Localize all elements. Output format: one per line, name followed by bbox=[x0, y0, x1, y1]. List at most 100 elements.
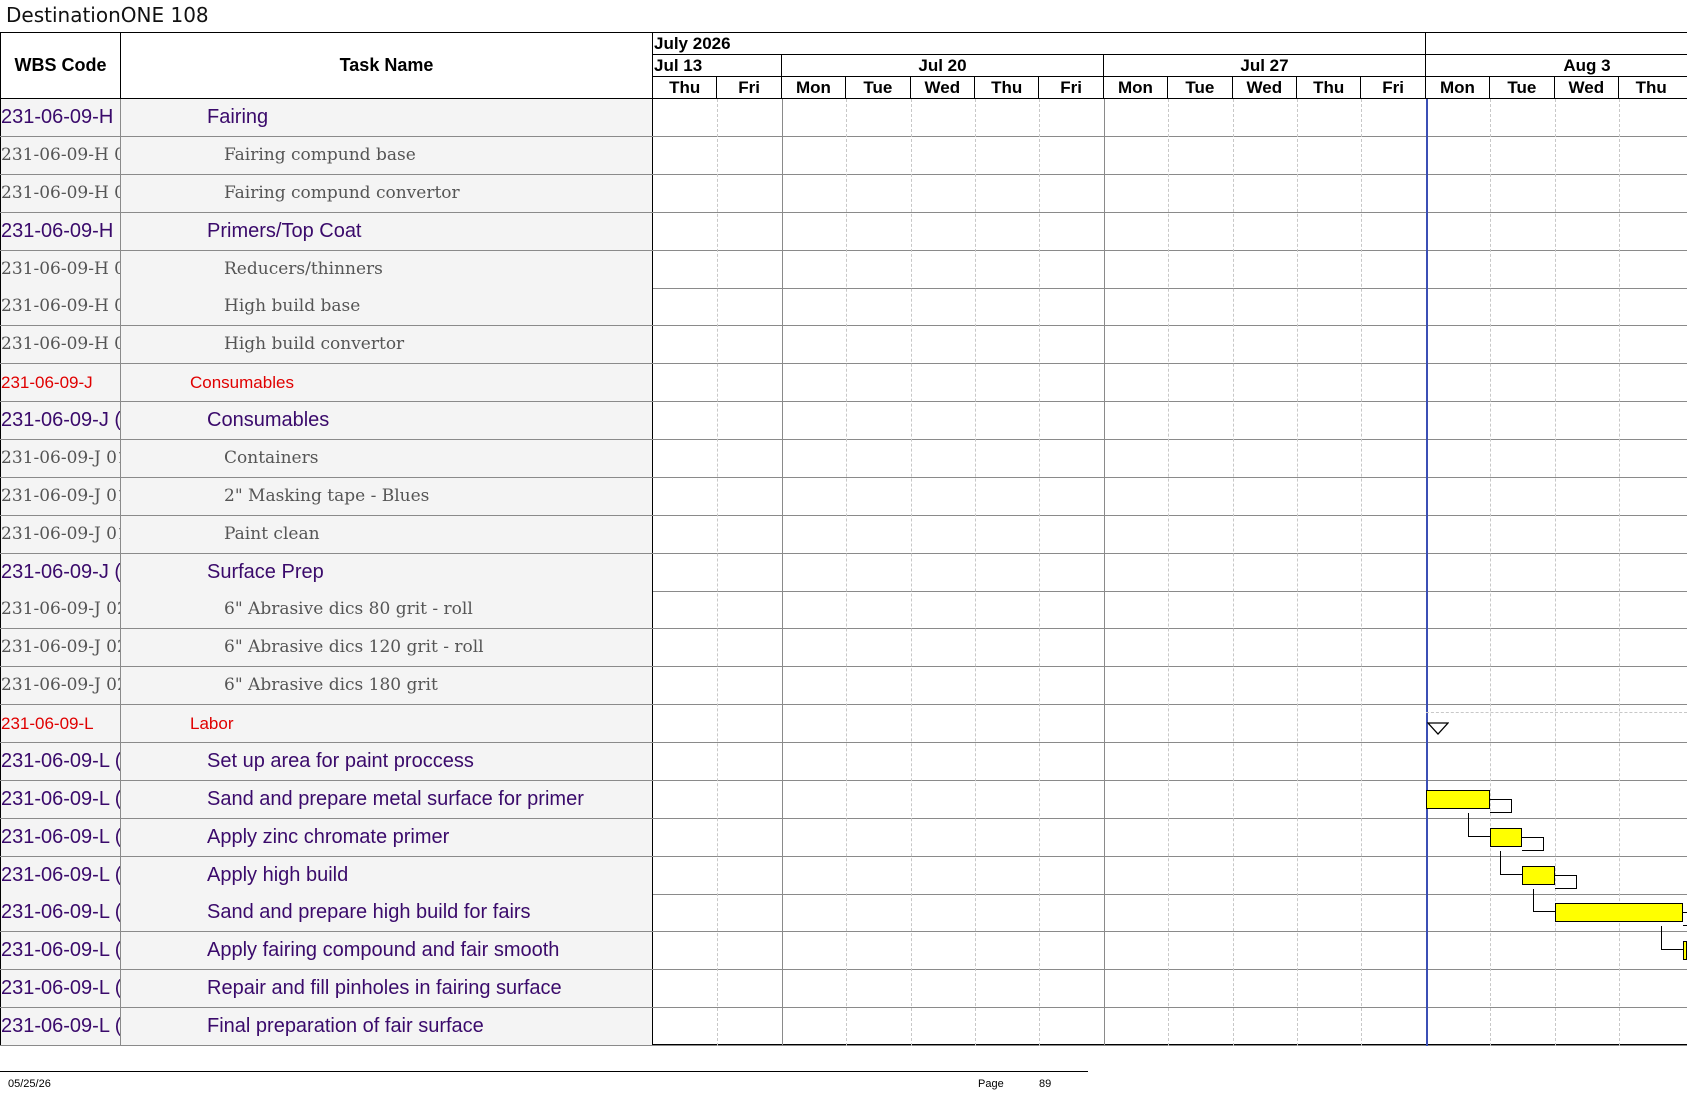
wbs-code-cell[interactable]: 231-06-09-L ( bbox=[0, 970, 121, 1008]
task-name-cell[interactable]: High build base bbox=[121, 288, 653, 326]
task-name-cell[interactable]: Repair and fill pinholes in fairing surf… bbox=[121, 970, 653, 1008]
day-label: Fri bbox=[1039, 77, 1104, 99]
task-row[interactable]: 231-06-09-L (Apply high build bbox=[0, 856, 1687, 895]
wbs-code-cell[interactable]: 231-06-09-L ( bbox=[0, 742, 121, 780]
task-name-cell[interactable]: Set up area for paint proccess bbox=[121, 742, 653, 780]
wbs-code-cell[interactable]: 231-06-09-J 01 bbox=[0, 477, 121, 515]
task-row[interactable]: 231-06-09-L (Sand and prepare metal surf… bbox=[0, 780, 1687, 819]
month-next-cell bbox=[1426, 33, 1687, 55]
task-row[interactable]: 231-06-09-L Labor bbox=[0, 705, 1687, 744]
wbs-code-cell[interactable]: 231-06-09-L bbox=[0, 705, 121, 743]
task-name-cell[interactable]: Consumables bbox=[121, 364, 653, 402]
footer-page-number: 89 bbox=[1039, 1078, 1052, 1090]
wbs-code-cell[interactable]: 231-06-09-H 01 bbox=[0, 174, 121, 212]
gantt-sheet: WBS Code Task Name July 2026 Jul 13 Jul … bbox=[0, 32, 1687, 1047]
day-label: Tue bbox=[1168, 77, 1233, 99]
task-row[interactable]: 231-06-09-L (Repair and fill pinholes in… bbox=[0, 970, 1687, 1009]
wbs-code-cell[interactable]: 231-06-09-H 02 bbox=[0, 288, 121, 326]
task-row[interactable]: 231-06-09-H 02High build convertor bbox=[0, 326, 1687, 365]
task-name-cell[interactable]: Fairing compund base bbox=[121, 136, 653, 174]
task-name-cell[interactable]: Sand and prepare metal surface for prime… bbox=[121, 780, 653, 818]
wbs-code-cell[interactable]: 231-06-09-J 02 bbox=[0, 667, 121, 705]
week-label: Jul 13 bbox=[653, 55, 782, 77]
task-name-cell[interactable]: Containers bbox=[121, 439, 653, 477]
task-row[interactable]: 231-06-09-J 01 Containers bbox=[0, 439, 1687, 478]
task-row[interactable]: 231-06-09-J 02 6" Abrasive dics 80 grit -… bbox=[0, 591, 1687, 630]
week-label: Jul 20 bbox=[782, 55, 1104, 77]
day-label: Mon bbox=[1104, 77, 1169, 99]
day-label: Thu bbox=[1297, 77, 1362, 99]
task-name-cell[interactable]: 6" Abrasive dics 80 grit - roll bbox=[121, 591, 653, 629]
month-label: July 2026 bbox=[653, 33, 1426, 55]
task-name-cell[interactable]: Final preparation of fair surface bbox=[121, 1008, 653, 1046]
timeline-day-row: Thu Fri Mon Tue Wed Thu Fri Mon Tue Wed Thu Fri Mon T… bbox=[653, 77, 1687, 99]
task-name-cell[interactable]: Labor bbox=[121, 705, 653, 743]
task-row[interactable]: 231-06-09-J 01 2" Masking tape - Blues bbox=[0, 477, 1687, 516]
task-name-cell[interactable]: 6" Abrasive dics 180 grit bbox=[121, 667, 653, 705]
task-row[interactable]: 231-06-09-H 02High build base bbox=[0, 288, 1687, 327]
task-name-cell[interactable]: Consumables bbox=[121, 402, 653, 440]
wbs-code-cell[interactable]: 231-06-09-H 01 bbox=[0, 136, 121, 174]
task-row[interactable]: 231-06-09-J 01 Paint clean bbox=[0, 515, 1687, 554]
day-label: Thu bbox=[1635, 78, 1667, 97]
task-row[interactable]: 231-06-09-L (Sand and prepare high build… bbox=[0, 894, 1687, 933]
task-row[interactable]: 231-06-09-L (Apply zinc chromate primer bbox=[0, 818, 1687, 857]
day-label: Wed bbox=[1555, 77, 1619, 99]
task-name-cell[interactable]: Fairing compund convertor bbox=[121, 174, 653, 212]
task-row[interactable]: 231-06-09-L (Set up area for paint procc… bbox=[0, 742, 1687, 781]
week-label: Jul 27 bbox=[1104, 55, 1426, 77]
task-name-cell[interactable]: High build convertor bbox=[121, 326, 653, 364]
task-row[interactable]: 231-06-09-H 01Fairing compund convertor bbox=[0, 174, 1687, 213]
task-name-cell[interactable]: Apply fairing compound and fair smooth bbox=[121, 932, 653, 970]
wbs-code-cell[interactable]: 231-06-09-L ( bbox=[0, 780, 121, 818]
day-label: Mon bbox=[1426, 77, 1491, 99]
footer-date: 05/25/26 bbox=[8, 1078, 51, 1090]
wbs-code-cell[interactable]: 231-06-09-J ( bbox=[0, 402, 121, 440]
wbs-code-cell[interactable]: 231-06-09-J 01 bbox=[0, 515, 121, 553]
wbs-code-cell[interactable]: 231-06-09-L ( bbox=[0, 1008, 121, 1046]
task-name-cell[interactable]: Reducers/thinners bbox=[121, 250, 653, 288]
task-name-cell[interactable]: 2" Masking tape - Blues bbox=[121, 477, 653, 515]
wbs-code-cell[interactable]: 231-06-09-H 02 bbox=[0, 250, 121, 288]
task-row[interactable]: 231-06-09-H (Fairing bbox=[0, 99, 1687, 137]
task-row[interactable]: 231-06-09-J (Consumables bbox=[0, 402, 1687, 441]
task-row[interactable]: 231-06-09-J 02 6" Abrasive dics 180 grit bbox=[0, 667, 1687, 706]
task-name-cell[interactable]: Sand and prepare high build for fairs bbox=[121, 894, 653, 932]
day-label: Thu bbox=[653, 77, 718, 99]
wbs-code-cell[interactable]: 231-06-09-H 02 bbox=[0, 326, 121, 364]
wbs-column-header[interactable]: WBS Code bbox=[0, 33, 121, 99]
wbs-code-cell[interactable]: 231-06-09-L ( bbox=[0, 856, 121, 894]
task-row[interactable]: 231-06-09-L (Final preparation of fair s… bbox=[0, 1008, 1687, 1047]
task-row[interactable]: 231-06-09-H 02Reducers/thinners bbox=[0, 250, 1687, 289]
wbs-code-cell[interactable]: 231-06-09-L ( bbox=[0, 932, 121, 970]
wbs-code-cell[interactable]: 231-06-09-J ( bbox=[0, 553, 121, 591]
task-name-cell[interactable]: Apply high build bbox=[121, 856, 653, 894]
day-label: Mon bbox=[782, 77, 847, 99]
wbs-code-cell[interactable]: 231-06-09-J bbox=[0, 364, 121, 402]
task-name-column-header[interactable]: Task Name bbox=[121, 33, 653, 99]
task-name-cell[interactable]: Apply zinc chromate primer bbox=[121, 818, 653, 856]
task-row[interactable]: 231-06-09-H (Primers/Top Coat bbox=[0, 212, 1687, 251]
task-row[interactable]: 231-06-09-J Consumables bbox=[0, 364, 1687, 403]
wbs-code-cell[interactable]: 231-06-09-L ( bbox=[0, 818, 121, 856]
timeline-month-row: July 2026 bbox=[653, 33, 1687, 55]
footer-divider bbox=[0, 1071, 1088, 1072]
wbs-code-cell[interactable]: 231-06-09-H ( bbox=[0, 212, 121, 250]
week-label: Aug 3 bbox=[1563, 56, 1611, 75]
wbs-code-cell[interactable]: 231-06-09-L ( bbox=[0, 894, 121, 932]
day-label: Wed bbox=[1233, 77, 1297, 99]
wbs-code-cell[interactable]: 231-06-09-J 01 bbox=[0, 439, 121, 477]
task-name-cell[interactable]: 6" Abrasive dics 120 grit - roll bbox=[121, 629, 653, 667]
task-name-cell[interactable]: Primers/Top Coat bbox=[121, 212, 653, 250]
task-row[interactable]: 231-06-09-H 01Fairing compund base bbox=[0, 136, 1687, 175]
task-row[interactable]: 231-06-09-L (Apply fairing compound and … bbox=[0, 932, 1687, 971]
task-name-cell[interactable]: Paint clean bbox=[121, 515, 653, 553]
task-name-cell[interactable]: Surface Prep bbox=[121, 553, 653, 591]
task-row[interactable]: 231-06-09-J 02 6" Abrasive dics 120 grit … bbox=[0, 629, 1687, 668]
document-title: DestinationONE 108 bbox=[6, 3, 209, 27]
wbs-code-cell[interactable]: 231-06-09-J 02 bbox=[0, 591, 121, 629]
task-row[interactable]: 231-06-09-J (Surface Prep bbox=[0, 553, 1687, 592]
task-name-cell[interactable]: Fairing bbox=[121, 99, 653, 136]
wbs-code-cell[interactable]: 231-06-09-H ( bbox=[0, 99, 121, 136]
wbs-code-cell[interactable]: 231-06-09-J 02 bbox=[0, 629, 121, 667]
